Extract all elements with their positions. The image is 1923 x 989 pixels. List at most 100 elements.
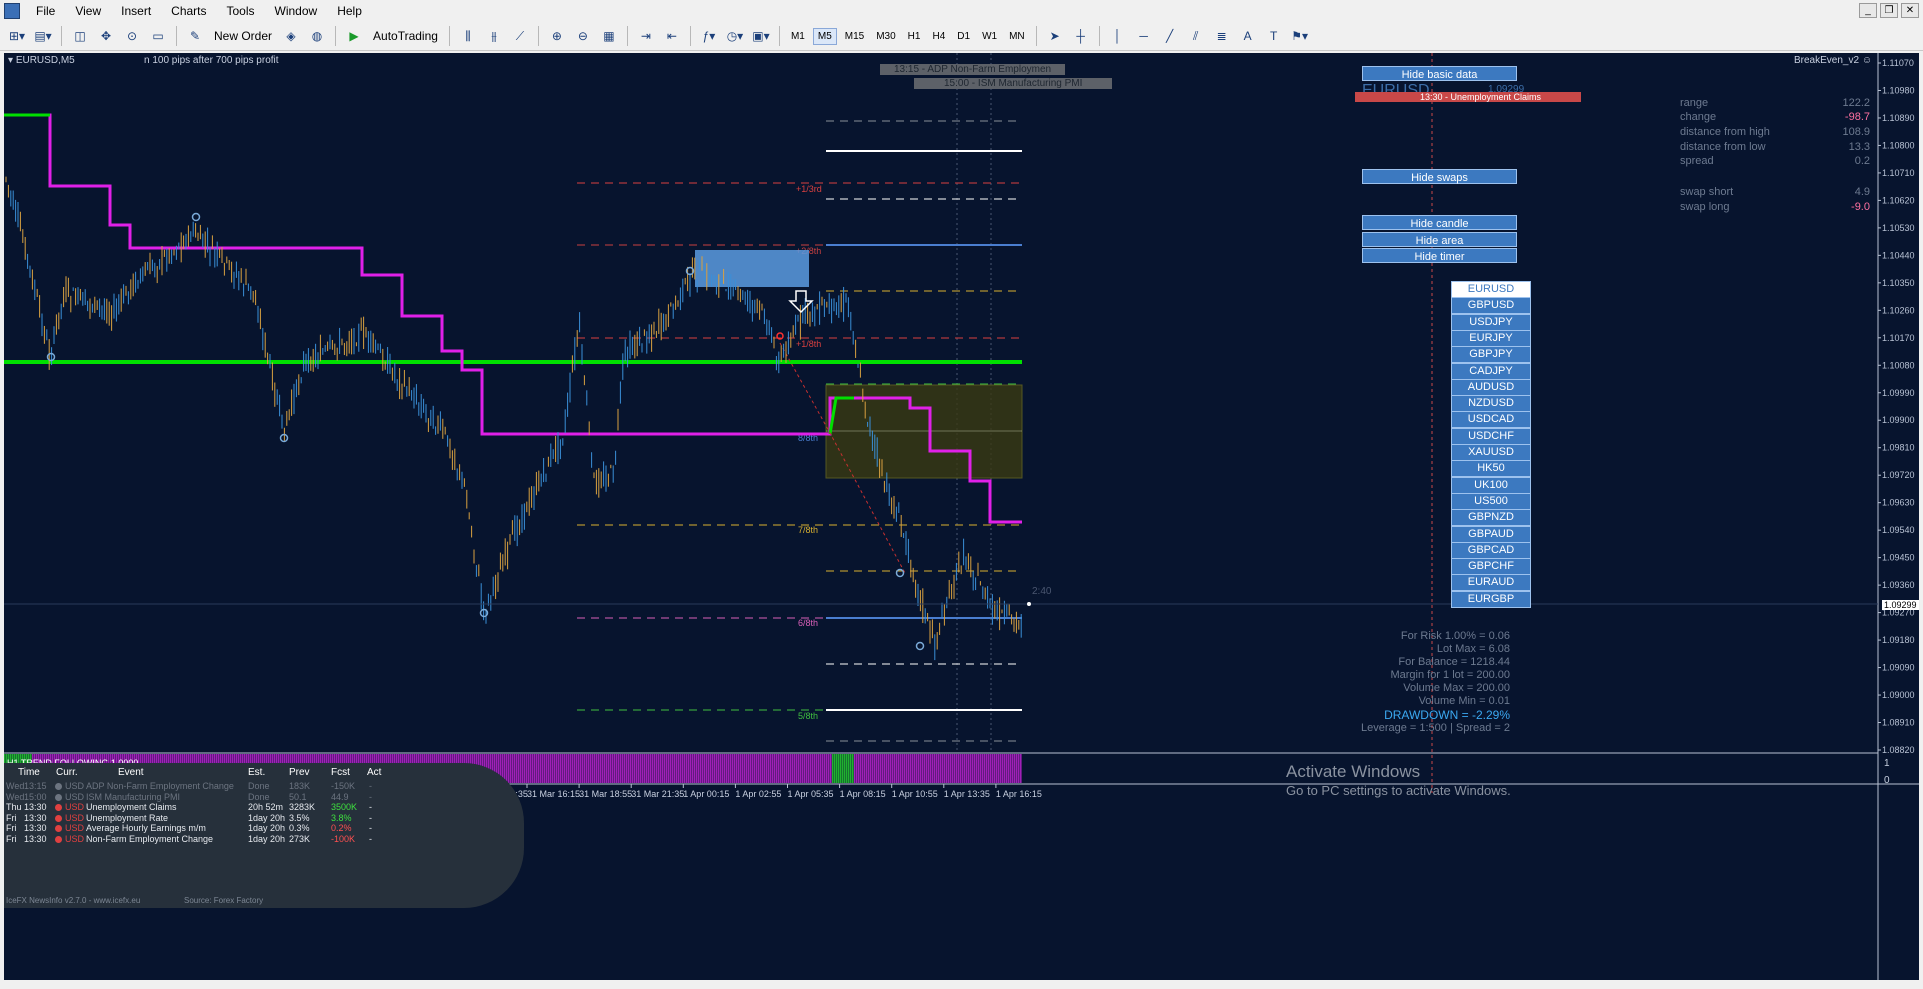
symbol-button-audusd[interactable]: AUDUSD	[1451, 378, 1531, 396]
symbol-button-xauusd[interactable]: XAUUSD	[1451, 444, 1531, 461]
arrows-icon[interactable]: ⚑▾	[1289, 25, 1311, 47]
minimize-icon[interactable]: _	[1859, 3, 1877, 18]
timeframe-d1[interactable]: D1	[953, 29, 974, 44]
trend-histogram-bar	[806, 754, 808, 783]
trend-histogram-bar	[1008, 754, 1010, 783]
timeframe-w1[interactable]: W1	[978, 29, 1001, 44]
symbol-button-uk100[interactable]: UK100	[1451, 476, 1531, 494]
menu-file[interactable]: File	[26, 2, 65, 20]
menu-charts[interactable]: Charts	[161, 2, 216, 20]
new-order-button[interactable]: New Order	[210, 29, 276, 43]
trend-histogram-bar	[978, 754, 980, 783]
symbol-button-eurjpy[interactable]: EURJPY	[1451, 329, 1531, 347]
info-change: change -98.7	[1680, 111, 1870, 123]
symbol-button-usdchf[interactable]: USDCHF	[1451, 427, 1531, 445]
symbol-button-nzdusd[interactable]: NZDUSD	[1451, 395, 1531, 413]
symbol-button-us500[interactable]: US500	[1451, 492, 1531, 510]
trendline-icon[interactable]: ╱	[1159, 25, 1181, 47]
symbol-button-gbpcad[interactable]: GBPCAD	[1451, 541, 1531, 559]
info-value: -9.0	[1851, 201, 1870, 213]
line-chart-icon[interactable]: ⟋	[509, 25, 531, 47]
news-footer-right: Source: Forex Factory	[184, 896, 264, 905]
terminal-icon[interactable]: ▭	[147, 25, 169, 47]
navigator-icon[interactable]: ⊙	[121, 25, 143, 47]
hide-candle-button[interactable]: Hide candle	[1362, 215, 1517, 230]
trend-histogram-bar	[770, 754, 772, 783]
time-tick-label: 31 Mar 16:15	[527, 789, 580, 799]
zoom-out-icon[interactable]: ⊖	[572, 25, 594, 47]
crosshair-icon[interactable]: ┼	[1070, 25, 1092, 47]
symbol-button-gbpaud[interactable]: GBPAUD	[1451, 525, 1531, 543]
trend-histogram-bar	[996, 754, 998, 783]
menu-tools[interactable]: Tools	[217, 2, 265, 20]
timeframe-h4[interactable]: H4	[928, 29, 949, 44]
market-watch-icon[interactable]: ◫	[69, 25, 91, 47]
indicators-icon[interactable]: ƒ▾	[698, 25, 720, 47]
symbol-button-eurusd[interactable]: EURUSD	[1451, 281, 1531, 298]
menu-help[interactable]: Help	[327, 2, 372, 20]
tile-windows-icon[interactable]: ▦	[598, 25, 620, 47]
hide-timer-button[interactable]: Hide timer	[1362, 248, 1517, 263]
price-tick-label: 1.09180	[1882, 635, 1915, 645]
symbol-button-usdcad[interactable]: USDCAD	[1451, 411, 1531, 429]
autotrading-button[interactable]: AutoTrading	[369, 29, 442, 43]
symbol-button-gbpnzd[interactable]: GBPNZD	[1451, 509, 1531, 527]
menu-insert[interactable]: Insert	[111, 2, 161, 20]
timeframe-h1[interactable]: H1	[904, 29, 925, 44]
trend-histogram-bar	[560, 754, 562, 783]
symbol-button-cadjpy[interactable]: CADJPY	[1451, 362, 1531, 380]
hide-swaps-button[interactable]: Hide swaps	[1362, 169, 1517, 184]
timeframe-mn[interactable]: MN	[1005, 29, 1029, 44]
trend-histogram-bar	[578, 754, 580, 783]
hide-basic-data-button[interactable]: Hide basic data	[1362, 66, 1517, 81]
symbol-button-gbpusd[interactable]: GBPUSD	[1451, 297, 1531, 315]
news-previous: 273K	[289, 834, 311, 844]
menu-view[interactable]: View	[65, 2, 111, 20]
trend-histogram-bar	[966, 754, 968, 783]
info-label: spread	[1680, 155, 1714, 167]
candle-chart-icon[interactable]: ⫵	[483, 25, 505, 47]
text-icon[interactable]: A	[1237, 25, 1259, 47]
menu-bar: File View Insert Charts Tools Window Hel…	[0, 0, 1923, 22]
trend-histogram-bar	[838, 754, 840, 783]
bar-chart-icon[interactable]: ⫼	[457, 25, 479, 47]
symbol-button-gbpchf[interactable]: GBPCHF	[1451, 558, 1531, 576]
autotrading-icon[interactable]: ▶	[343, 25, 365, 47]
timeframe-m5[interactable]: M5	[812, 27, 837, 45]
symbol-button-gbpjpy[interactable]: GBPJPY	[1451, 346, 1531, 364]
trend-histogram-bar	[850, 754, 852, 783]
restore-icon[interactable]: ❐	[1880, 3, 1898, 18]
timeframe-m15[interactable]: M15	[841, 29, 868, 44]
impact-dot-icon	[55, 804, 62, 812]
periods-icon[interactable]: ◷▾	[724, 25, 746, 47]
timeframe-m1[interactable]: M1	[787, 29, 809, 44]
signals-icon[interactable]: ◍	[306, 25, 328, 47]
news-time: 13:30	[24, 802, 47, 813]
new-order-icon[interactable]: ✎	[184, 25, 206, 47]
templates-icon[interactable]: ▣▾	[750, 25, 772, 47]
symbol-button-usdjpy[interactable]: USDJPY	[1451, 313, 1531, 331]
zoom-in-icon[interactable]: ⊕	[546, 25, 568, 47]
menu-window[interactable]: Window	[265, 2, 328, 20]
autoscroll-icon[interactable]: ⇥	[635, 25, 657, 47]
new-chart-icon[interactable]: ⊞▾	[6, 25, 28, 47]
horizontal-line-icon[interactable]: ─	[1133, 25, 1155, 47]
trend-histogram-bar	[822, 754, 824, 783]
text-label-icon[interactable]: T	[1263, 25, 1285, 47]
symbol-button-hk50[interactable]: HK50	[1451, 460, 1531, 478]
data-window-icon[interactable]: ✥	[95, 25, 117, 47]
hide-area-button[interactable]: Hide area	[1362, 232, 1517, 247]
chart-shift-icon[interactable]: ⇤	[661, 25, 683, 47]
timeframe-m30[interactable]: M30	[872, 29, 899, 44]
fibonacci-icon[interactable]: ≣	[1211, 25, 1233, 47]
trend-histogram-bar	[746, 754, 748, 783]
cursor-icon[interactable]: ➤	[1044, 25, 1066, 47]
symbol-button-eurgbp[interactable]: EURGBP	[1451, 590, 1531, 608]
close-icon[interactable]: ✕	[1901, 3, 1919, 18]
trend-histogram-bar	[836, 754, 838, 783]
channel-icon[interactable]: ⫽	[1185, 25, 1207, 47]
metaeditor-icon[interactable]: ◈	[280, 25, 302, 47]
vertical-line-icon[interactable]: │	[1107, 25, 1129, 47]
symbol-button-euraud[interactable]: EURAUD	[1451, 574, 1531, 592]
profiles-icon[interactable]: ▤▾	[32, 25, 54, 47]
